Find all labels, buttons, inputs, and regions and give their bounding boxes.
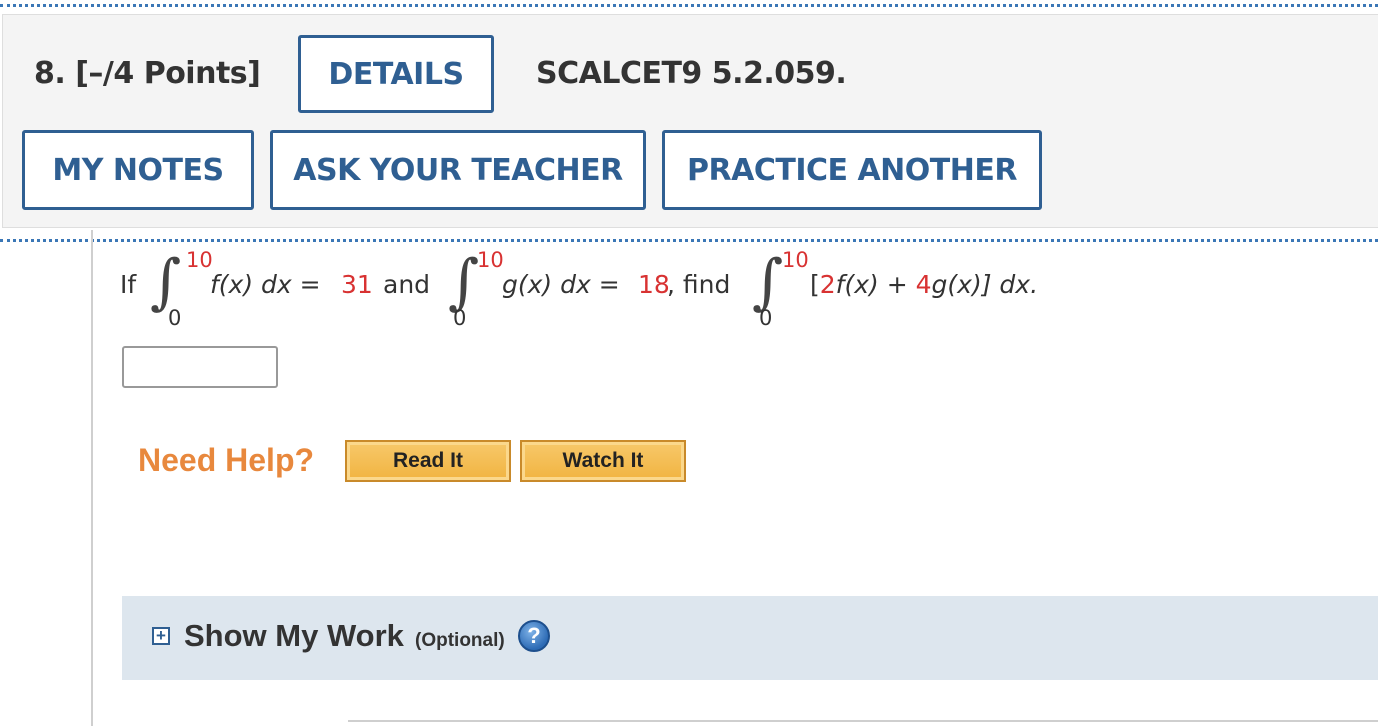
show-my-work-panel: + Show My Work (Optional) ? [122, 596, 1378, 680]
problem-statement: If ∫ 10 0 f(x) dx = 31 and ∫ 10 0 g(x) d… [120, 244, 1120, 334]
show-my-work-toggle[interactable]: Show My Work [184, 618, 404, 654]
integrand-combined: [2f(x) + 4g(x)] dx. [810, 270, 1039, 299]
question-left-rule [91, 230, 93, 726]
ask-your-teacher-button[interactable]: ASK YOUR TEACHER [270, 130, 646, 210]
practice-another-button[interactable]: PRACTICE ANOTHER [662, 130, 1042, 210]
integral-sign: ∫ [150, 247, 182, 317]
integral-sign: ∫ [752, 247, 784, 317]
header-dotted-divider [0, 239, 1378, 242]
textbook-reference: SCALCET9 5.2.059. [536, 56, 847, 91]
and-text: and [383, 270, 431, 299]
lower-limit: 0 [453, 306, 467, 330]
find-text: , find [667, 270, 731, 299]
my-notes-button[interactable]: MY NOTES [22, 130, 254, 210]
read-it-button[interactable]: Read It [345, 440, 511, 482]
integrand-g: g(x) dx = [502, 270, 620, 299]
value-18: 18 [638, 270, 670, 299]
need-help-label: Need Help? [138, 442, 315, 478]
upper-limit: 10 [186, 248, 213, 272]
watch-it-button[interactable]: Watch It [520, 440, 686, 482]
lower-limit: 0 [168, 306, 182, 330]
lower-limit: 0 [759, 306, 773, 330]
answer-input[interactable] [122, 346, 278, 388]
top-dotted-divider [0, 4, 1378, 7]
integral-sign: ∫ [448, 247, 480, 317]
bottom-divider [348, 720, 1378, 722]
expand-plus-icon[interactable]: + [152, 627, 170, 645]
details-button[interactable]: DETAILS [298, 35, 494, 113]
upper-limit: 10 [477, 248, 504, 272]
help-question-icon[interactable]: ? [518, 620, 550, 652]
upper-limit: 10 [782, 248, 809, 272]
optional-label: (Optional) [415, 630, 505, 651]
if-text: If [120, 270, 137, 299]
coefficient-4: 4 [915, 270, 932, 299]
value-31: 31 [341, 270, 373, 299]
question-number-points: 8. [–/4 Points] [34, 56, 261, 91]
integrand-f: f(x) dx = [210, 270, 321, 299]
coefficient-2: 2 [819, 270, 836, 299]
